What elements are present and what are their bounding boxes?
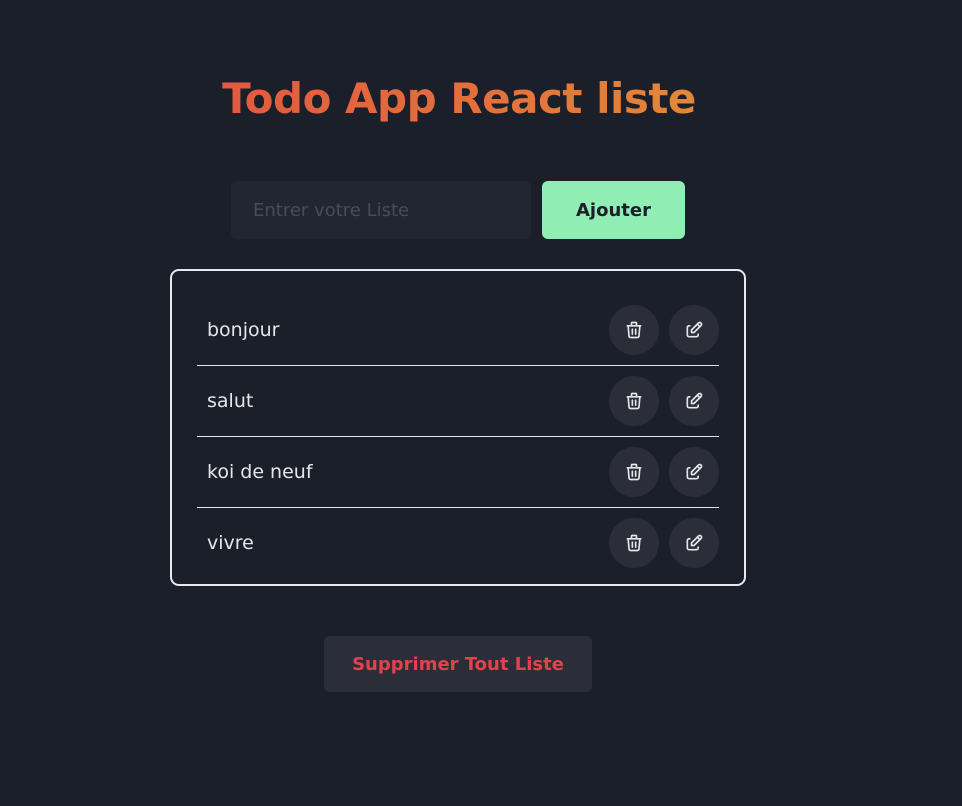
delete-button[interactable] xyxy=(609,447,659,497)
edit-icon xyxy=(686,392,703,409)
trash-icon xyxy=(626,392,642,410)
todo-text: bonjour xyxy=(207,319,280,341)
list-item: salut xyxy=(197,366,719,437)
todo-app: Todo App React liste Ajouter bonjour sal… xyxy=(0,0,962,806)
item-actions xyxy=(609,376,719,426)
add-todo-form: Ajouter xyxy=(231,181,685,239)
page-title: Todo App React liste xyxy=(0,74,918,123)
todo-text: vivre xyxy=(207,532,254,554)
clear-all-button[interactable]: Supprimer Tout Liste xyxy=(324,636,592,692)
list-item: vivre xyxy=(197,508,719,578)
trash-icon xyxy=(626,463,642,481)
add-button[interactable]: Ajouter xyxy=(542,181,685,239)
edit-button[interactable] xyxy=(669,376,719,426)
item-actions xyxy=(609,305,719,355)
delete-button[interactable] xyxy=(609,518,659,568)
todo-text: salut xyxy=(207,390,254,412)
item-actions xyxy=(609,518,719,568)
edit-button[interactable] xyxy=(669,305,719,355)
delete-button[interactable] xyxy=(609,305,659,355)
edit-icon xyxy=(686,534,703,551)
list-item: koi de neuf xyxy=(197,437,719,508)
edit-button[interactable] xyxy=(669,447,719,497)
trash-icon xyxy=(626,321,642,339)
todo-input[interactable] xyxy=(231,181,531,239)
edit-icon xyxy=(686,321,703,338)
item-actions xyxy=(609,447,719,497)
edit-button[interactable] xyxy=(669,518,719,568)
delete-button[interactable] xyxy=(609,376,659,426)
list-item: bonjour xyxy=(197,295,719,366)
todo-list: bonjour salut koi de neuf vivre xyxy=(170,269,746,586)
edit-icon xyxy=(686,463,703,480)
todo-text: koi de neuf xyxy=(207,461,313,483)
trash-icon xyxy=(626,534,642,552)
